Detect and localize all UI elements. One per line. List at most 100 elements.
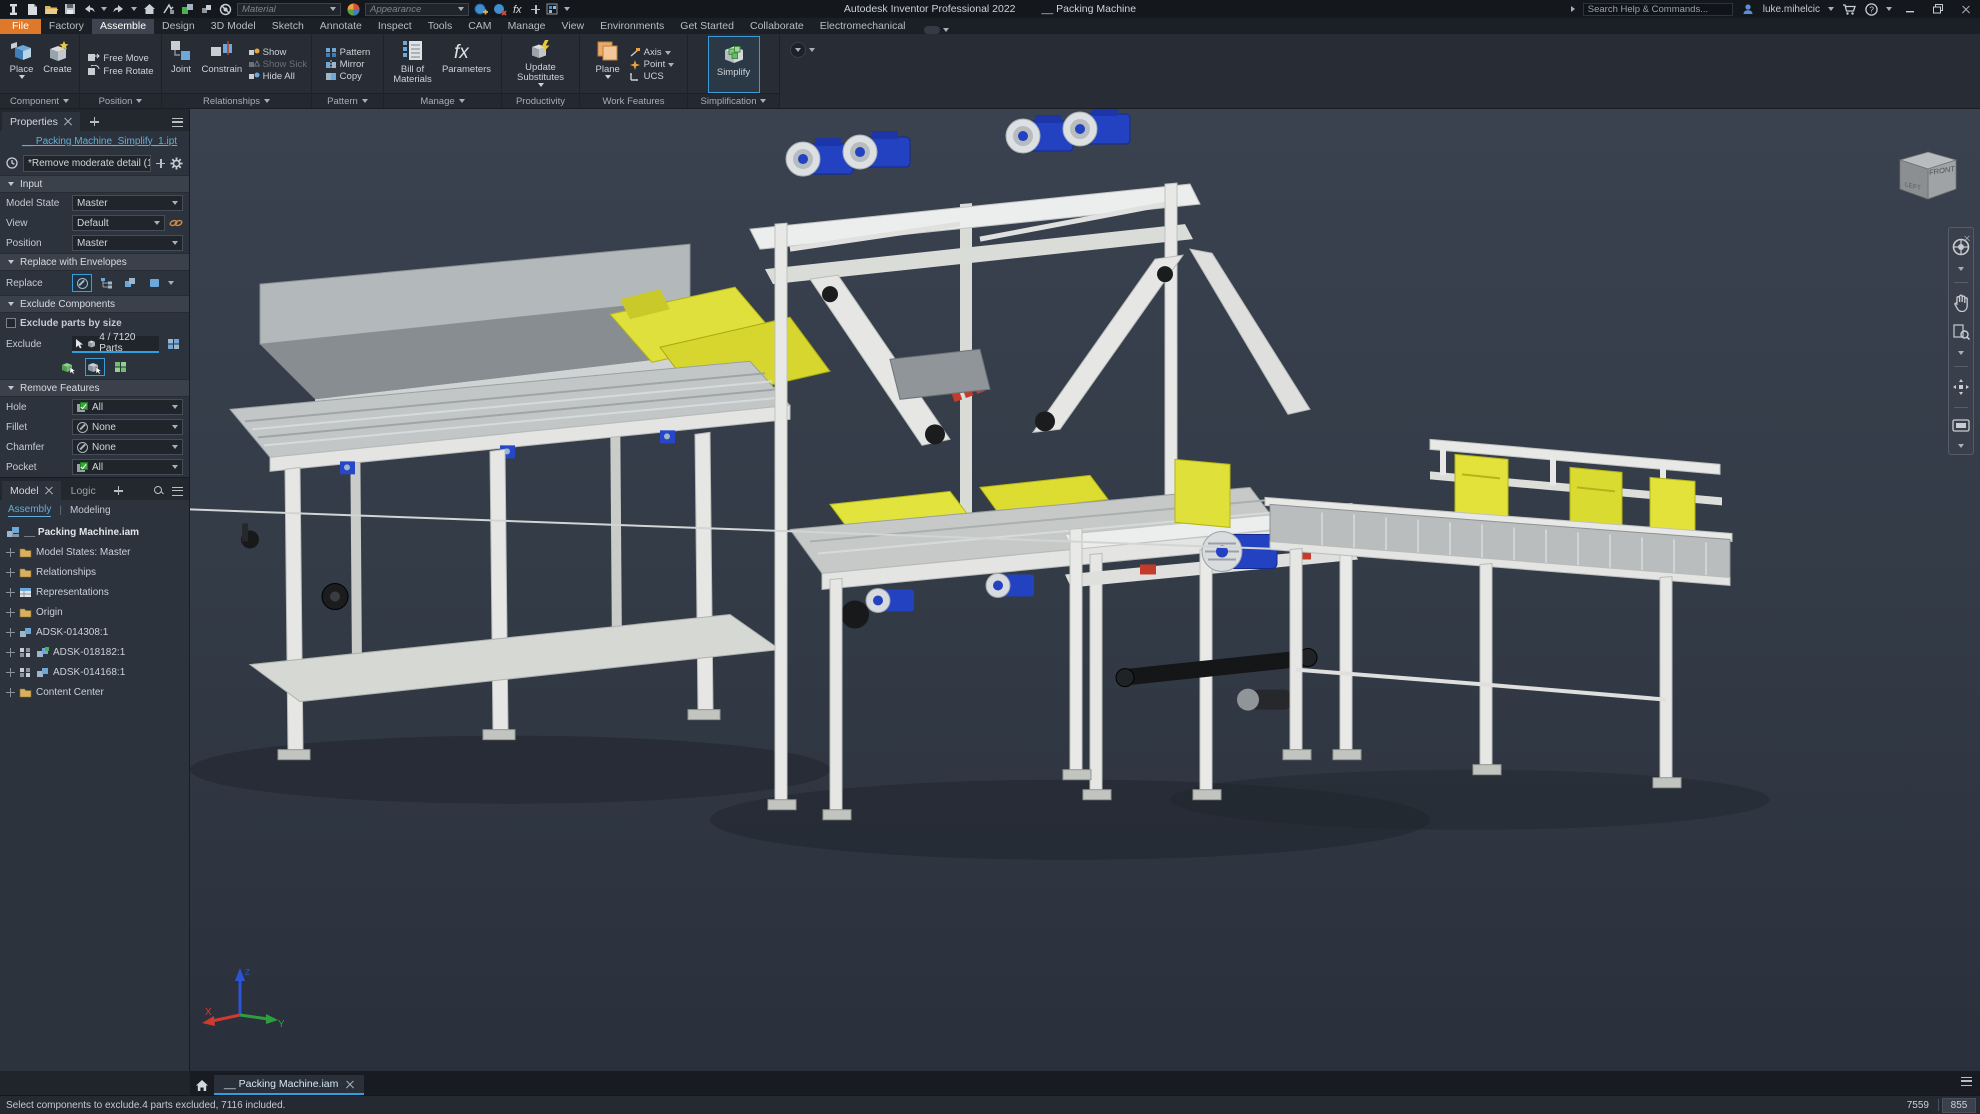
joint-button[interactable]: Joint [164,36,198,93]
exclude-grid-button[interactable] [163,335,183,353]
no-render-icon[interactable] [218,2,232,16]
replace-single-button[interactable] [144,274,164,292]
undo-button[interactable] [82,2,96,16]
wheel-options-caret-icon[interactable] [1958,267,1964,271]
document-close-icon[interactable] [346,1080,354,1088]
expand-icon[interactable] [6,567,15,577]
tab-environments[interactable]: Environments [592,19,672,34]
preset-settings-gear-icon[interactable] [170,157,183,170]
ribbon-collapse-button[interactable] [790,42,806,58]
constrain-button[interactable]: Constrain [200,36,244,93]
collapse-search-icon[interactable] [1570,6,1575,12]
plane-button[interactable]: Plane [591,36,625,93]
replace-all-in-one-button[interactable] [120,274,140,292]
app-store-cart-icon[interactable] [1842,2,1856,16]
tab-get-started[interactable]: Get Started [672,19,742,34]
pattern-button[interactable]: Pattern [323,47,373,58]
input-section-header[interactable]: Input [0,175,189,193]
exclude-components-section-header[interactable]: Exclude Components [0,295,189,313]
expand-icon[interactable] [6,687,15,697]
zoom-options-caret-icon[interactable] [1958,351,1964,355]
tab-sketch[interactable]: Sketch [264,19,312,34]
bill-of-materials-button[interactable]: Bill of Materials [390,36,436,93]
group-label-work-features[interactable]: Work Features [580,93,687,108]
hole-dropdown[interactable]: All [72,399,183,415]
view-cube[interactable]: FRONT LEFT [1892,149,1964,213]
tab-view[interactable]: View [554,19,593,34]
search-input[interactable] [1582,2,1733,16]
model-close-icon[interactable] [45,487,53,495]
help-caret-icon[interactable] [1886,7,1892,11]
chamfer-dropdown[interactable]: None [72,439,183,455]
tab-file[interactable]: File [0,19,41,34]
tab-annotate[interactable]: Annotate [312,19,370,34]
tab-assemble[interactable]: Assemble [91,19,155,34]
browser-new-tab-button[interactable] [106,481,131,500]
place-button[interactable]: Place [5,36,39,93]
look-at-icon[interactable] [1952,419,1970,433]
add-preset-button[interactable] [156,158,165,168]
model-state-dropdown[interactable]: Master [72,195,183,211]
tab-factory[interactable]: Factory [41,19,92,34]
files-open-count[interactable]: 855 [1942,1097,1976,1113]
tab-design[interactable]: Design [154,19,203,34]
exclude-select-button[interactable] [84,358,105,376]
browser-search-icon[interactable] [154,486,164,496]
selection-set-button[interactable] [199,2,213,16]
redo-dropdown-caret-icon[interactable] [131,7,137,11]
preset-dropdown[interactable]: *Remove moderate detail (1 [23,154,151,172]
tab-electromechanical[interactable]: Electromechanical [812,19,914,34]
properties-menu-icon[interactable] [172,118,183,127]
tab-cam[interactable]: CAM [460,19,499,34]
redo-button[interactable] [112,2,126,16]
ribbon-collapse-options-caret-icon[interactable] [809,48,815,52]
close-window-button[interactable] [1956,2,1976,16]
view-link-icon[interactable] [169,218,183,228]
expand-icon[interactable] [6,647,15,657]
group-label-position[interactable]: Position [80,93,161,108]
expand-icon[interactable] [6,607,15,617]
show-button[interactable]: Show [246,47,309,58]
save-button[interactable] [63,2,77,16]
tab-3d-model[interactable]: 3D Model [203,19,264,34]
tab-tools[interactable]: Tools [420,19,461,34]
exclude-all-grid-button[interactable] [111,358,131,376]
properties-new-tab-button[interactable] [82,112,107,131]
tree-item-adsk-014308[interactable]: ADSK-014308:1 [0,622,189,642]
axis-button[interactable]: Axis [627,47,677,58]
free-move-button[interactable]: Free Move [85,52,155,64]
new-file-button[interactable] [25,2,39,16]
simplify-part-link[interactable]: __ Packing Machine_Simplify_1.ipt [22,136,177,147]
tree-item-origin[interactable]: Origin [0,602,189,622]
color-wheel-icon[interactable] [346,2,360,16]
qat-add-icon[interactable] [531,4,540,14]
group-label-component[interactable]: Component [0,93,79,108]
expand-icon[interactable] [6,587,15,597]
tree-item-adsk-014168[interactable]: ADSK-014168:1 [0,662,189,682]
group-label-productivity[interactable]: Productivity [502,93,579,108]
hide-all-button[interactable]: Hide All [246,71,309,82]
doctabs-menu-icon[interactable] [1961,1077,1972,1086]
3d-canvas[interactable] [190,109,1980,1071]
occurrence-count[interactable]: 7559 [1901,1098,1935,1113]
create-button[interactable]: Create [41,36,75,93]
parameters-fx-icon[interactable]: fx [512,2,526,16]
expand-icon[interactable] [6,627,15,637]
tree-item-adsk-018182[interactable]: ADSK-018182:1 [0,642,189,662]
exclude-selection-field[interactable]: 4 / 7120 Parts [72,332,159,354]
sketch-tools-button[interactable] [161,2,175,16]
replace-none-button[interactable] [72,274,92,292]
tree-item-model-states[interactable]: Model States: Master [0,542,189,562]
update-substitutes-button[interactable]: Update Substitutes [506,36,576,93]
include-select-button[interactable] [59,358,79,376]
tree-item-content-center[interactable]: Content Center [0,682,189,702]
home-tab-button[interactable] [190,1075,214,1095]
lookat-options-caret-icon[interactable] [1958,444,1964,448]
appearance-dropdown[interactable]: Appearance [365,2,469,16]
pan-hand-icon[interactable] [1953,294,1970,312]
parameters-button[interactable]: fx Parameters [438,36,496,93]
expand-icon[interactable] [6,547,15,557]
mirror-button[interactable]: Mirror [323,59,373,70]
tab-manage[interactable]: Manage [500,19,554,34]
tree-item-representations[interactable]: Representations [0,582,189,602]
